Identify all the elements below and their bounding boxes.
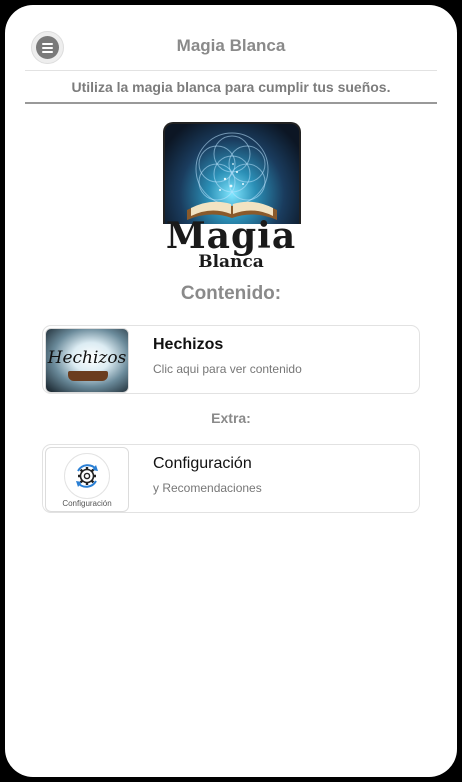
settings-gear-icon <box>64 453 110 499</box>
header-divider <box>25 70 437 71</box>
hechizos-card[interactable]: Hechizos Hechizos Clic aqui para ver con… <box>42 325 420 394</box>
book-icon <box>68 371 108 381</box>
logo-word-magia: Magia <box>165 215 297 257</box>
app-header: Magia Blanca <box>5 5 457 71</box>
subtitle-divider <box>25 102 437 104</box>
subtitle: Utiliza la magia blanca para cumplir tus… <box>71 79 391 95</box>
hechizos-description: Clic aqui para ver contenido <box>153 362 302 376</box>
configuracion-description: y Recomendaciones <box>153 481 262 495</box>
configuracion-thumbnail-label: Configuración <box>62 499 112 508</box>
logo-word-blanca: Blanca <box>198 252 264 272</box>
app-screen: Magia Blanca Utiliza la magia blanca par… <box>5 5 457 777</box>
hechizos-thumbnail-text: Hechizos <box>47 348 127 368</box>
content-heading: Contenido: <box>180 283 282 304</box>
logo-image <box>163 122 301 224</box>
configuracion-card[interactable]: Configuración Configuración y Recomendac… <box>42 444 420 513</box>
configuracion-title: Configuración <box>153 455 252 472</box>
extra-heading: Extra: <box>211 410 251 426</box>
page-title: Magia Blanca <box>176 36 286 55</box>
hechizos-thumbnail: Hechizos <box>45 328 129 393</box>
configuracion-thumbnail: Configuración <box>45 447 129 512</box>
app-logo: Magia Blanca <box>163 122 301 272</box>
hechizos-title: Hechizos <box>153 336 224 353</box>
